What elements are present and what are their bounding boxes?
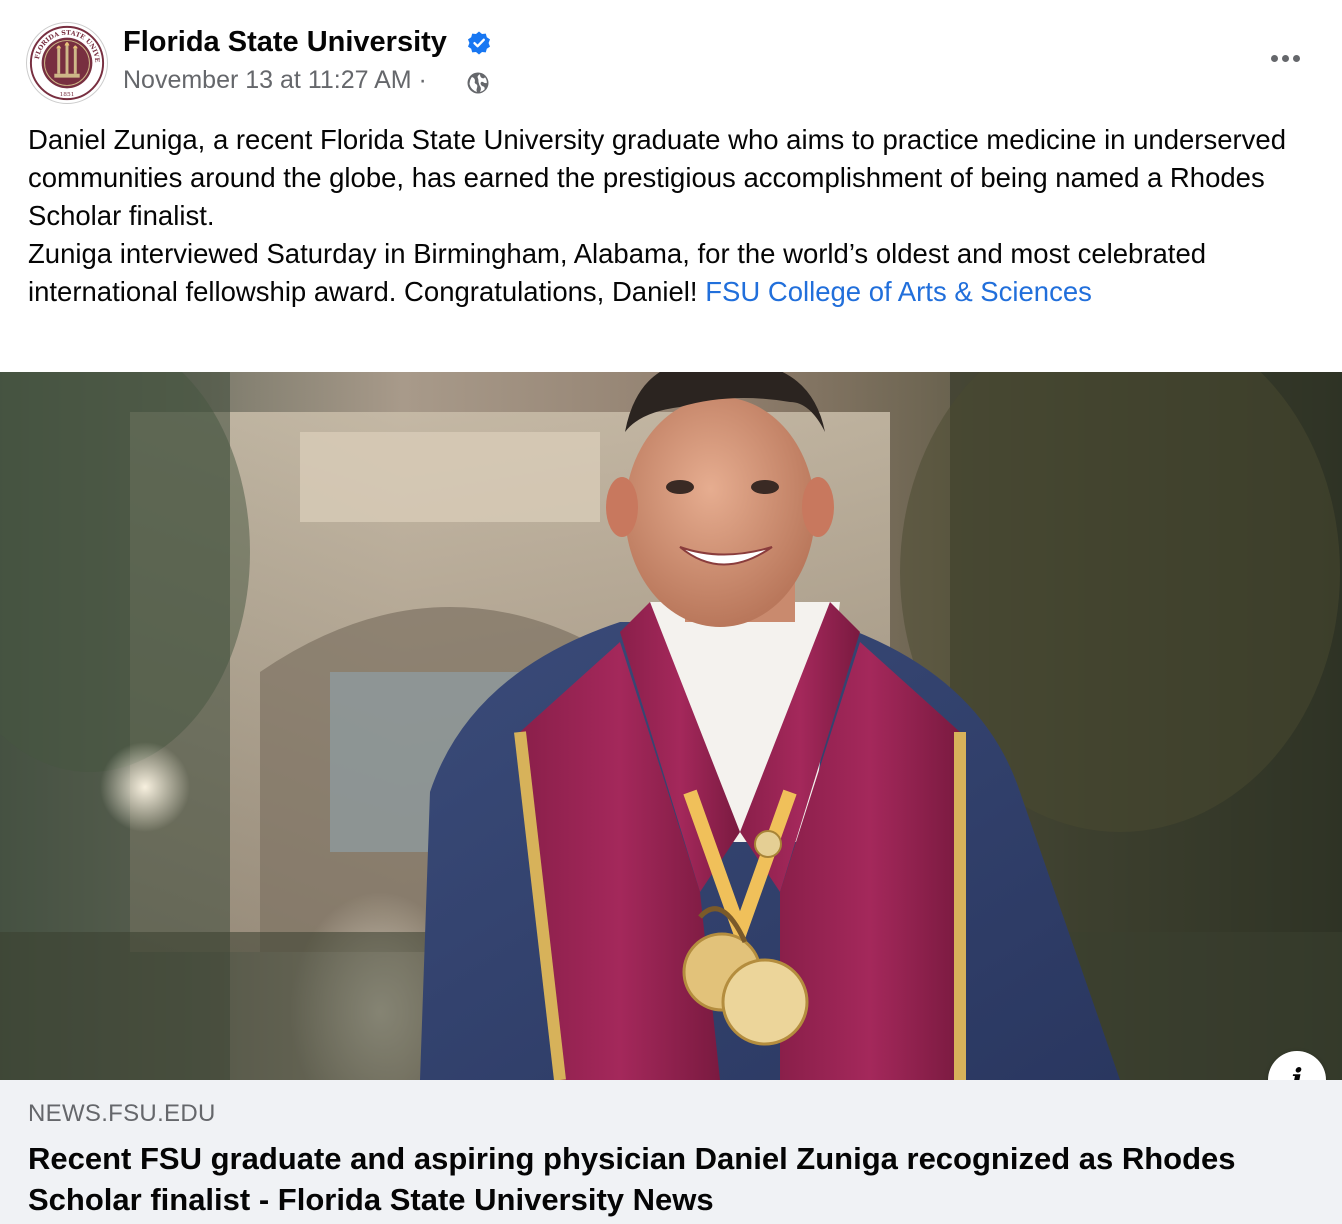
- post-timestamp[interactable]: November 13 at 11:27 AM: [123, 66, 412, 94]
- graduate-portrait-image: [0, 372, 1342, 1080]
- tag-link-fsu-college-of-arts-sciences[interactable]: FSU College of Arts & Sciences: [705, 276, 1092, 307]
- link-title[interactable]: Recent FSU graduate and aspiring physici…: [28, 1138, 1288, 1220]
- more-options-icon-dot: [1281, 54, 1289, 62]
- verified-badge-icon: [468, 31, 490, 55]
- post-photo[interactable]: [0, 372, 1342, 1080]
- page-name-link[interactable]: Florida State University: [123, 26, 447, 59]
- post-paragraph: Daniel Zuniga, a recent Florida State Un…: [28, 124, 1286, 231]
- more-options-icon-dot: [1292, 54, 1300, 62]
- seal-year: 1851: [60, 92, 75, 98]
- more-options-icon: [1270, 54, 1278, 62]
- link-domain: NEWS.FSU.EDU: [28, 1100, 216, 1127]
- fsu-seal-icon: FLORIDA STATE UNIVERSITY 1851: [27, 23, 107, 103]
- link-preview-card[interactable]: NEWS.FSU.EDU Recent FSU graduate and asp…: [0, 1080, 1342, 1224]
- post-paragraph: Zuniga interviewed Saturday in Birmingha…: [28, 235, 1318, 311]
- post-header: FLORIDA STATE UNIVERSITY 1851 Florida St…: [0, 0, 1342, 110]
- fsu-seal-avatar[interactable]: FLORIDA STATE UNIVERSITY 1851: [26, 22, 108, 104]
- post-meta: November 13 at 11:27 AM ·: [123, 66, 427, 95]
- globe-icon[interactable]: [466, 71, 490, 95]
- more-options-button[interactable]: [1262, 40, 1308, 76]
- meta-separator: ·: [418, 66, 427, 94]
- post-body: Daniel Zuniga, a recent Florida State Un…: [28, 121, 1318, 311]
